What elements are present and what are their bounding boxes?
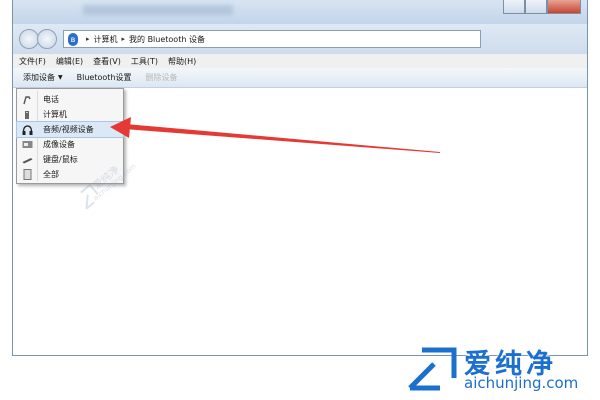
- breadcrumb-bluetooth-devices[interactable]: 我的 Bluetooth 设备: [129, 34, 205, 45]
- keyboard-mouse-icon: [21, 154, 33, 166]
- maximize-button[interactable]: [525, 0, 547, 14]
- minimize-button[interactable]: [503, 0, 525, 14]
- imaging-device-icon: [21, 139, 33, 151]
- menu-item-label: 全部: [43, 170, 59, 179]
- menu-edit[interactable]: 编辑(E): [56, 56, 83, 67]
- forward-button[interactable]: [37, 29, 57, 49]
- menu-tools[interactable]: 工具(T): [131, 56, 158, 67]
- delete-device-button: 删除设备: [145, 73, 178, 82]
- breadcrumb-computer[interactable]: 计算机: [94, 34, 118, 45]
- site-watermark: 爱纯净 aichunjing.com: [400, 340, 596, 398]
- menu-item-label: 音频/视频设备: [43, 125, 94, 134]
- computer-icon: [21, 109, 33, 121]
- headphones-icon: [21, 124, 33, 136]
- brand-url: aichunjing.com: [464, 374, 579, 392]
- window-controls: [503, 0, 581, 14]
- menu-item-label: 计算机: [43, 110, 67, 119]
- add-device-button[interactable]: 添加设备 ▼: [23, 72, 63, 83]
- bluetooth-settings-button[interactable]: Bluetooth设置: [77, 72, 132, 83]
- close-button[interactable]: [547, 0, 581, 14]
- menu-item-label: 电话: [43, 95, 59, 104]
- address-bar: ʙ ▸ 计算机 ▸ 我的 Bluetooth 设备: [13, 24, 587, 54]
- blurred-title: [83, 5, 233, 15]
- menu-item-computer[interactable]: 计算机: [17, 107, 123, 122]
- menu-item-imaging[interactable]: 成像设备: [17, 137, 123, 152]
- back-button[interactable]: [19, 29, 39, 49]
- chevron-right-icon[interactable]: ▸: [86, 35, 90, 43]
- all-devices-icon: [21, 169, 33, 181]
- menu-view[interactable]: 查看(V): [93, 56, 121, 67]
- menu-help[interactable]: 帮助(H): [168, 56, 196, 67]
- bluetooth-icon: ʙ: [68, 32, 78, 46]
- menu-file[interactable]: 文件(F): [19, 56, 46, 67]
- dropdown-arrow-icon: ▼: [58, 74, 63, 81]
- title-bar[interactable]: [13, 0, 587, 24]
- brand-logo-icon: [408, 347, 457, 391]
- menu-item-label: 键盘/鼠标: [43, 155, 78, 164]
- chevron-right-icon[interactable]: ▸: [122, 35, 126, 43]
- menu-item-phone[interactable]: 电话: [17, 92, 123, 107]
- menu-item-label: 成像设备: [43, 140, 75, 149]
- menu-bar: 文件(F) 编辑(E) 查看(V) 工具(T) 帮助(H): [13, 54, 587, 68]
- address-input[interactable]: ʙ ▸ 计算机 ▸ 我的 Bluetooth 设备: [63, 30, 481, 48]
- add-device-label: 添加设备: [23, 73, 55, 82]
- menu-item-audio-video[interactable]: 音频/视频设备: [16, 121, 124, 138]
- phone-icon: [21, 94, 33, 106]
- command-bar: 添加设备 ▼ Bluetooth设置 删除设备: [13, 68, 587, 88]
